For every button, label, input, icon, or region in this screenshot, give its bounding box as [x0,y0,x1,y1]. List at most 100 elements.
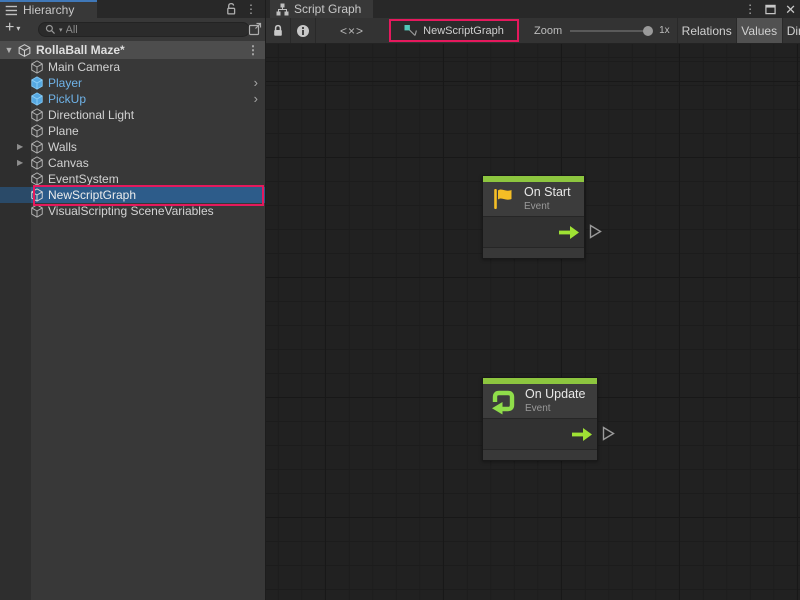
window-controls: ⋮ ✕ [744,1,796,17]
prefab-chevron-icon[interactable]: › [254,75,258,91]
tab-hierarchy[interactable]: Hierarchy [0,0,97,18]
gameobject-cube-icon [30,188,44,202]
search-window-button[interactable] [248,22,262,41]
tree-item-label: VisualScripting SceneVariables [48,204,214,218]
graph-lock-button[interactable] [266,18,290,43]
lock-icon [272,24,284,38]
tree-item-walls[interactable]: ▶ Walls [0,139,265,155]
prefab-chevron-icon[interactable]: › [254,91,258,107]
script-graph-asset-icon [404,24,417,37]
node-port-row [483,216,584,247]
tree-item-directional-light[interactable]: Directional Light [0,107,265,123]
flow-arrow-icon [572,428,592,441]
relations-label: Relations [682,24,732,38]
node-header: On Update Event [483,384,597,418]
tree-item-label: Plane [48,124,79,138]
hierarchy-tab-label: Hierarchy [23,3,74,17]
tree-item-player[interactable]: Player › [0,75,265,91]
output-port-icon[interactable] [602,426,615,441]
variables-icon: <×> [340,24,364,38]
node-subtitle: Event [525,403,585,414]
expand-arrow-icon[interactable]: ▶ [17,143,23,151]
relations-toggle-button[interactable]: Relations [678,18,736,43]
loop-icon [490,388,517,415]
hierarchy-panel: Hierarchy ⋮ + ▾ ▾ [0,0,265,600]
values-toggle-button[interactable]: Values [737,18,782,43]
gameobject-cube-icon [30,204,44,218]
scene-foldout-icon[interactable]: ▼ [0,45,18,55]
hierarchy-tree: Main Camera Player › PickUp › Directiona… [0,59,265,219]
create-object-button[interactable]: + ▾ [5,20,20,36]
tree-item-label: NewScriptGraph [48,188,136,202]
node-on-start[interactable]: On Start Event [482,175,585,259]
output-port-icon[interactable] [589,224,602,239]
node-title: On Update [525,388,585,402]
graph-breadcrumb-button[interactable]: NewScriptGraph [389,19,519,42]
tree-item-newscriptgraph[interactable]: NewScriptGraph [0,187,265,203]
values-label: Values [741,24,777,38]
unlock-icon [225,2,237,16]
graph-breadcrumb-label: NewScriptGraph [423,25,504,37]
graph-variables-button[interactable]: <×> [316,18,388,43]
plus-icon: + [5,20,14,36]
node-footer [483,449,597,460]
zoom-slider[interactable] [570,30,650,32]
gameobject-cube-icon [30,124,44,138]
graph-canvas[interactable]: On Start Event [266,44,800,600]
tree-item-label: EventSystem [48,172,119,186]
unity-logo-icon [18,44,31,57]
node-on-update[interactable]: On Update Event [482,377,598,461]
tree-item-scenevariables[interactable]: VisualScripting SceneVariables [0,203,265,219]
dim-toggle-button[interactable]: Dim [783,18,800,43]
scene-header[interactable]: ▼ RollaBall Maze* ⋮ [0,41,265,59]
hierarchy-toolbar: + ▾ ▾ [0,18,265,41]
node-header: On Start Event [483,182,584,216]
scene-name: RollaBall Maze* [36,43,125,57]
gameobject-cube-icon [30,140,44,154]
tree-item-label: Player [48,76,82,90]
node-title: On Start [524,186,571,200]
hierarchy-menu-button[interactable]: ⋮ [245,1,257,17]
hierarchy-list-icon [5,5,18,16]
dim-label: Dim [787,24,800,38]
node-subtitle: Event [524,201,571,212]
graph-tree-icon [276,3,289,16]
search-input[interactable] [66,24,216,36]
expand-arrow-icon[interactable]: ▶ [17,159,23,167]
unity-editor-window: Hierarchy ⋮ + ▾ ▾ [0,0,800,600]
gameobject-cube-icon [30,60,44,74]
graph-info-button[interactable] [291,18,315,43]
node-port-row [483,418,597,449]
kebab-menu-icon: ⋮ [245,3,257,15]
graph-toolbar: <×> NewScriptGraph Zoom 1x Relations [266,18,800,44]
close-icon[interactable]: ✕ [785,3,796,16]
node-footer [483,247,584,258]
tree-item-label: Canvas [48,156,89,170]
tree-item-label: Walls [48,140,77,154]
tree-item-label: Main Camera [48,60,120,74]
hierarchy-unlock-button[interactable] [225,1,237,17]
zoom-slider-thumb[interactable] [643,26,653,36]
flow-arrow-icon [559,226,579,239]
window-menu-icon[interactable]: ⋮ [744,3,756,15]
scene-menu-icon[interactable]: ⋮ [247,44,259,56]
zoom-label: Zoom [534,25,562,37]
flag-icon [490,186,516,212]
graph-tab-label: Script Graph [294,2,361,16]
tree-item-main-camera[interactable]: Main Camera [0,59,265,75]
tree-item-eventsystem[interactable]: EventSystem [0,171,265,187]
prefab-cube-icon [30,76,44,90]
tree-item-pickup[interactable]: PickUp › [0,91,265,107]
graph-tabstrip: Script Graph ⋮ ✕ [266,0,800,18]
hierarchy-search-field[interactable]: ▾ [38,22,250,37]
tab-script-graph[interactable]: Script Graph [270,0,373,18]
prefab-cube-icon [30,92,44,106]
search-filter-caret-icon: ▾ [59,26,63,34]
tree-item-label: PickUp [48,92,86,106]
dropdown-caret-icon: ▾ [16,24,20,33]
open-search-window-icon [248,22,262,36]
tree-item-canvas[interactable]: ▶ Canvas [0,155,265,171]
maximize-icon[interactable] [765,4,776,15]
gameobject-cube-icon [30,172,44,186]
tree-item-plane[interactable]: Plane [0,123,265,139]
